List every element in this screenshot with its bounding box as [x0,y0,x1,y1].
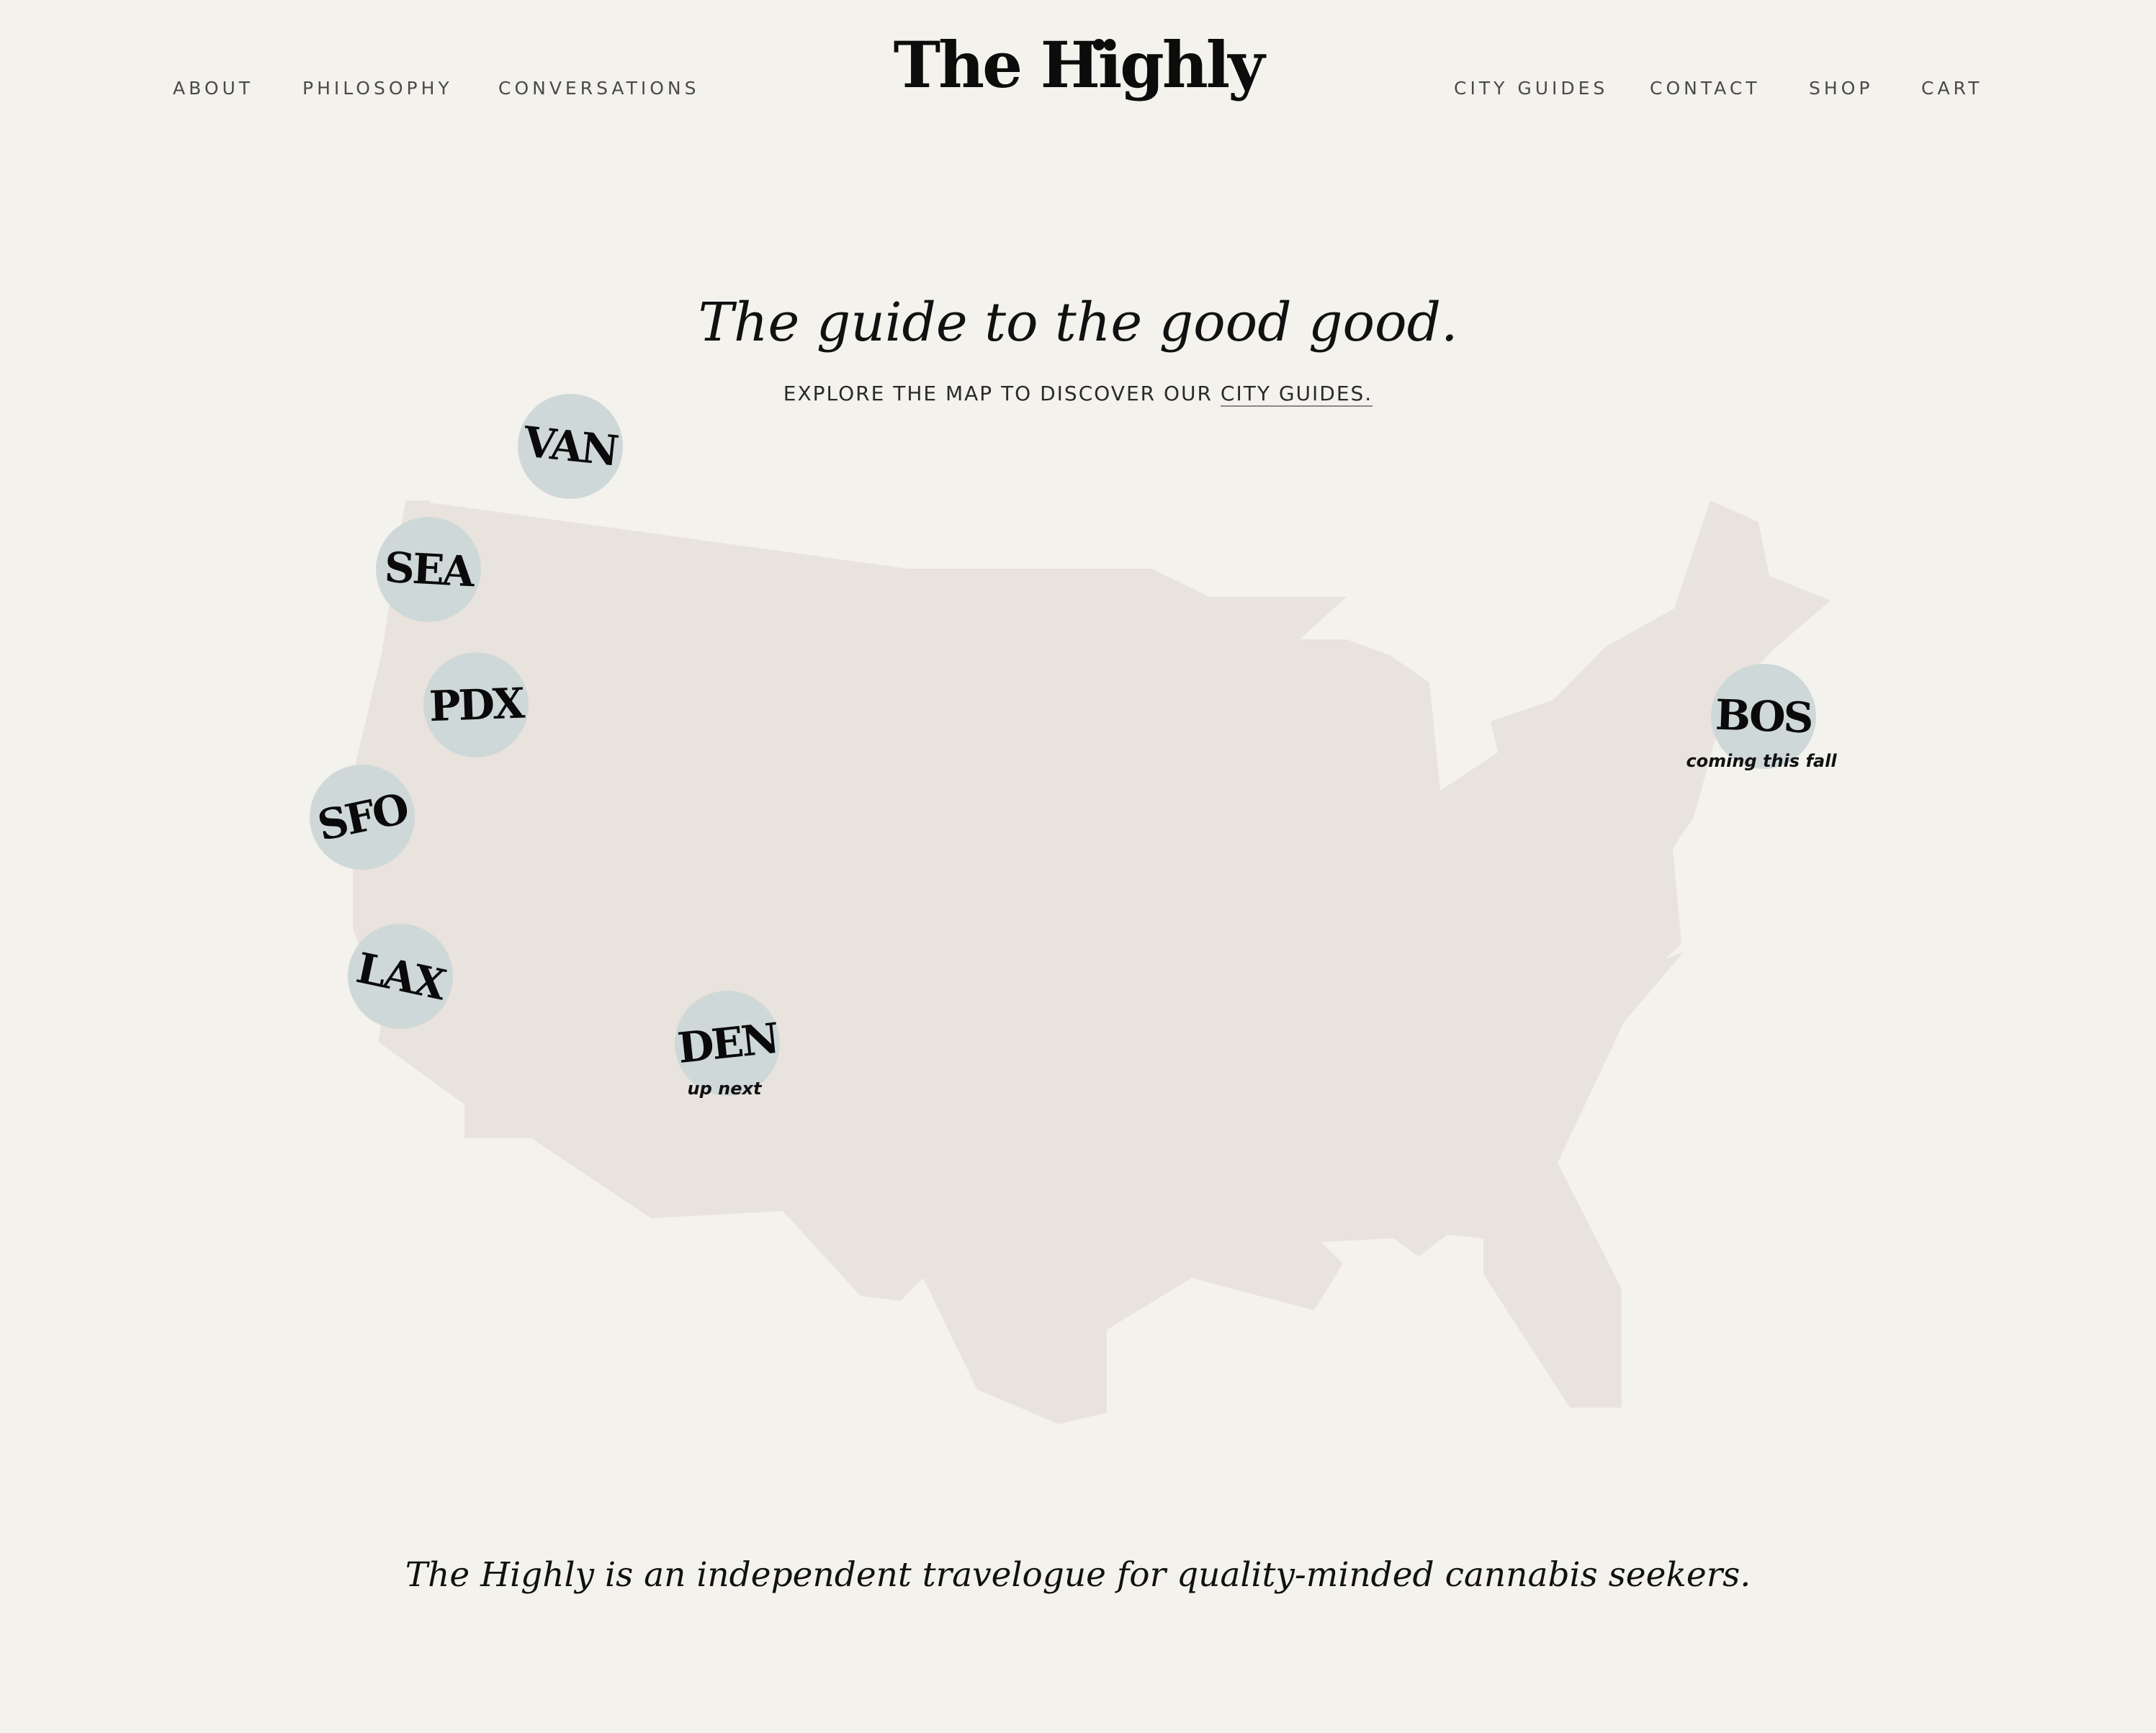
city-note-den: up next [687,1079,762,1099]
city-code: BOS [1715,690,1813,743]
city-pin-sea[interactable]: SEA [376,517,481,622]
us-map-shape [351,500,1831,1424]
city-code: LAX [352,943,449,1009]
city-note-bos: coming this fall [1686,751,1837,771]
city-pin-sfo[interactable]: SFO [310,765,415,870]
city-code: SEA [383,542,474,597]
us-map [351,500,1831,1424]
city-pin-van[interactable]: VAN [518,394,623,499]
city-code: PDX [428,678,524,732]
city-code: SFO [313,783,412,851]
city-pin-lax[interactable]: LAX [348,924,453,1029]
city-code: DEN [675,1013,780,1073]
city-pin-pdx[interactable]: PDX [423,652,529,757]
site-tagline: The Highly is an independent travelogue … [405,1555,1751,1595]
city-code: VAN [521,417,619,476]
